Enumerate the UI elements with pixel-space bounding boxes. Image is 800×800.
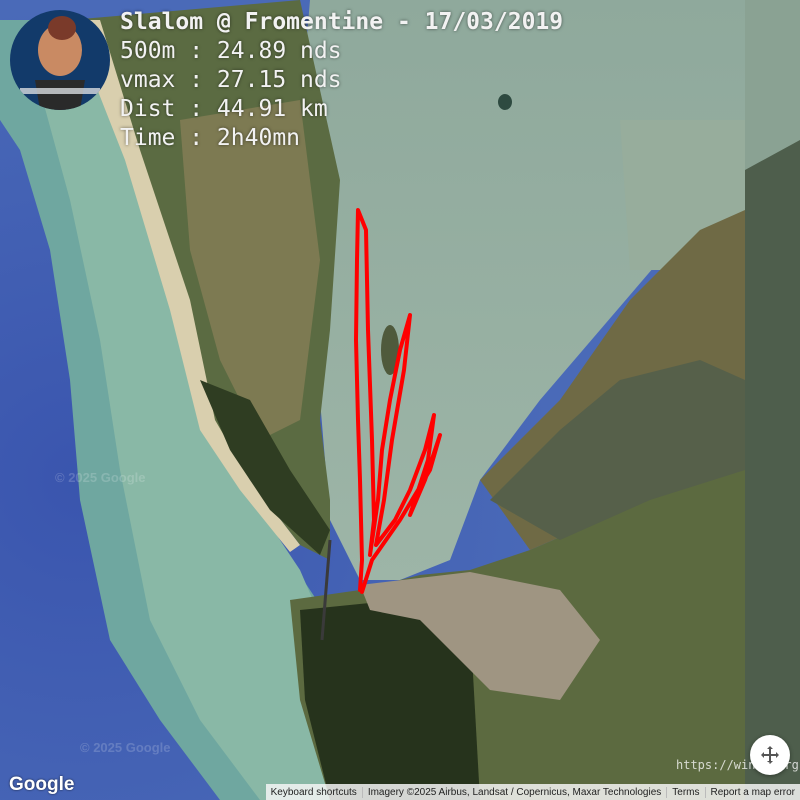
imagery-credit: Imagery ©2025 Airbus, Landsat / Copernic…	[361, 786, 666, 798]
avatar-photo	[10, 10, 110, 110]
avatar	[10, 10, 110, 110]
stat-distance: Dist : 44.91 km	[120, 96, 328, 122]
map-watermark: © 2025 Google	[80, 740, 171, 755]
site-watermark: https://windr.org	[676, 758, 799, 772]
keyboard-shortcuts-link[interactable]: Keyboard shortcuts	[266, 787, 362, 798]
google-logo[interactable]: Google	[9, 774, 74, 796]
page-title: Slalom @ Fromentine - 17/03/2019	[120, 9, 564, 35]
map-attribution: Keyboard shortcuts Imagery ©2025 Airbus,…	[265, 784, 800, 800]
stat-500m: 500m : 24.89 nds	[120, 38, 342, 64]
islet-small	[498, 94, 512, 110]
stat-time: Time : 2h40mn	[120, 125, 301, 151]
map-watermark: © 2025 Google	[55, 470, 146, 485]
terms-link[interactable]: Terms	[666, 786, 704, 798]
stat-vmax: vmax : 27.15 nds	[120, 67, 342, 93]
report-map-error-link[interactable]: Report a map error	[704, 786, 800, 798]
right-strip-upper	[745, 0, 800, 170]
right-strip	[745, 120, 800, 800]
